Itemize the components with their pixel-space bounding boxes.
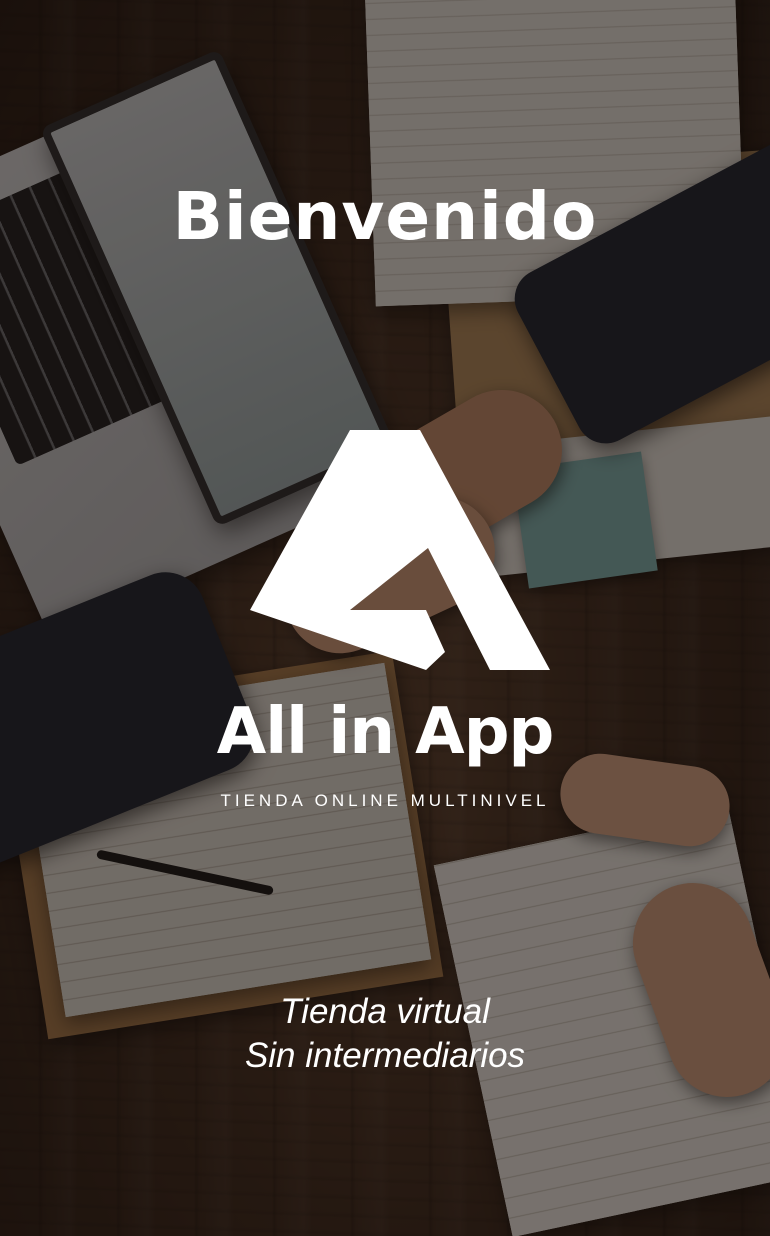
slogan-line-1: Tienda virtual bbox=[280, 992, 490, 1031]
triangle-a-logo-icon bbox=[250, 430, 550, 670]
slogan-line-2: Sin intermediarios bbox=[244, 1036, 526, 1075]
brand-tagline: TIENDA ONLINE MULTINIVEL bbox=[220, 791, 550, 810]
brand-name: All in App bbox=[216, 695, 555, 769]
welcome-title: Bienvenido bbox=[172, 178, 598, 256]
welcome-screen: Bienvenido All in App TIENDA ONLINE MULT… bbox=[0, 0, 770, 1236]
slogan: Tienda virtual Sin intermediarios bbox=[0, 990, 770, 1078]
